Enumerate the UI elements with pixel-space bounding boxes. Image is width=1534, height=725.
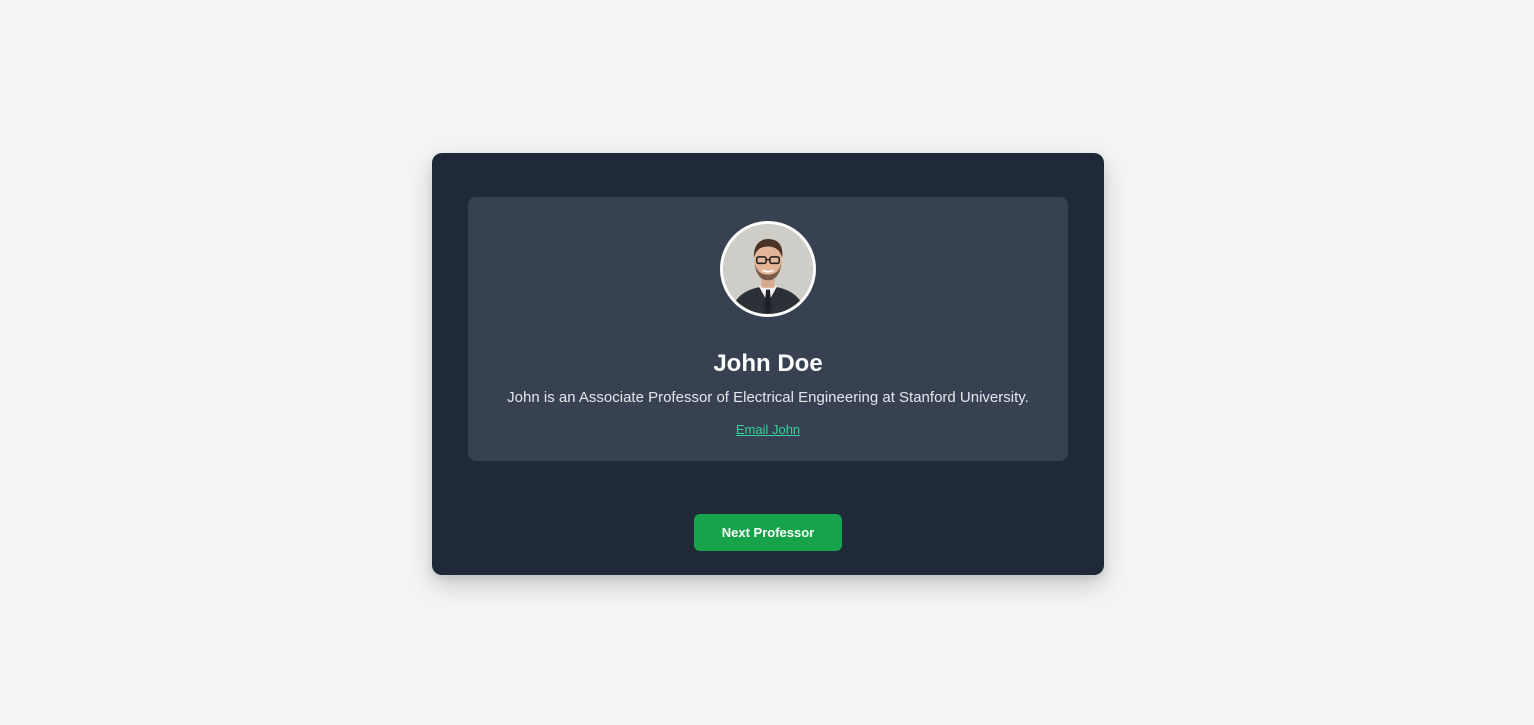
professor-name: John Doe [713, 350, 823, 377]
avatar [720, 221, 816, 317]
professor-bio: John is an Associate Professor of Electr… [507, 389, 1029, 406]
email-link-container: Email John [468, 422, 1068, 438]
professor-photo-icon [723, 224, 813, 314]
professor-card: John Doe John is an Associate Professor … [432, 153, 1104, 575]
profile-panel: John Doe John is an Associate Professor … [468, 197, 1068, 461]
email-link[interactable]: Email John [736, 422, 800, 437]
next-professor-button[interactable]: Next Professor [694, 514, 842, 551]
